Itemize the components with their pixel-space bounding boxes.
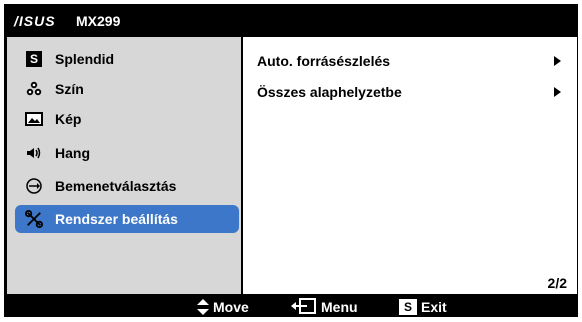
menu-option-all-reset[interactable]: Összes alaphelyzetbe — [257, 78, 567, 104]
color-icon — [25, 80, 43, 98]
sidebar-item-label: Bemenetválasztás — [55, 178, 177, 194]
sidebar-item-label: Hang — [55, 145, 90, 161]
sidebar-item-rendszer-beallitas[interactable]: Rendszer beállítás — [15, 205, 239, 233]
submenu-arrow-icon — [554, 87, 561, 97]
sidebar-item-bemenetvalasztas[interactable]: Bemenetválasztás — [15, 172, 239, 200]
model-name: MX299 — [76, 13, 121, 29]
system-setup-icon — [25, 210, 43, 228]
sidebar-item-label: Kép — [55, 111, 82, 127]
s-badge-icon: S — [25, 50, 43, 68]
osd-window: /ISUS MX299 S Splendid Szín Kép Hang Bem… — [4, 4, 578, 317]
menu-option-auto-source-detection[interactable]: Auto. forrásészlelés — [257, 47, 567, 73]
sidebar-item-splendid[interactable]: S Splendid — [15, 45, 239, 73]
sidebar-item-szin[interactable]: Szín — [15, 75, 239, 103]
input-select-icon — [25, 177, 43, 195]
brand-logo: /ISUS — [14, 13, 56, 29]
exit-label: Exit — [421, 299, 447, 315]
content-panel: Auto. forrásészlelés Összes alaphelyzetb… — [243, 37, 577, 294]
osd-footer: Move Menu S Exit — [4, 296, 578, 317]
sidebar-item-label: Szín — [55, 81, 84, 97]
move-label: Move — [213, 299, 249, 315]
sidebar-item-kep[interactable]: Kép — [15, 105, 239, 133]
sidebar-item-label: Rendszer beállítás — [55, 211, 178, 227]
sidebar-item-label: Splendid — [55, 51, 115, 67]
sidebar: S Splendid Szín Kép Hang Bemenetválasztá… — [7, 37, 241, 294]
image-icon — [25, 110, 43, 128]
speaker-icon — [25, 144, 43, 162]
page-indicator: 2/2 — [547, 275, 567, 291]
menu-option-label: Összes alaphelyzetbe — [257, 84, 402, 100]
menu-option-label: Auto. forrásészlelés — [257, 53, 391, 69]
submenu-arrow-icon — [554, 56, 561, 66]
osd-header: /ISUS MX299 — [4, 4, 578, 38]
enter-icon — [289, 297, 317, 317]
s-key-icon: S — [399, 299, 417, 315]
exit-hint: S Exit — [399, 298, 447, 316]
menu-label: Menu — [321, 299, 358, 315]
up-down-arrows-icon — [197, 299, 209, 315]
menu-hint: Menu — [289, 297, 358, 317]
sidebar-item-hang[interactable]: Hang — [15, 139, 239, 167]
move-hint: Move — [197, 298, 249, 316]
